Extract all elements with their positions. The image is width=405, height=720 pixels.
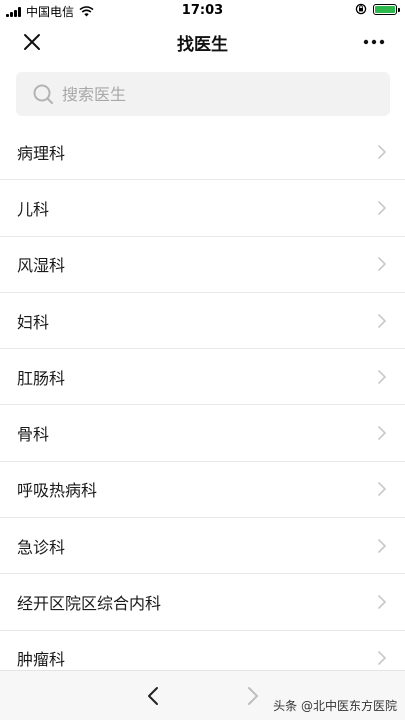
forward-arrow-icon[interactable] [243,685,263,707]
department-item[interactable]: 风湿科 [0,237,405,293]
department-item[interactable]: 急诊科 [0,518,405,575]
chevron-right-icon [378,538,386,553]
status-time: 17:03 [181,3,224,18]
department-item[interactable]: 肛肠科 [0,349,405,406]
chevron-right-icon [378,144,386,159]
orientation-lock-icon [355,3,367,15]
department-item[interactable]: 儿科 [0,180,405,237]
battery-icon [373,3,400,15]
department-item[interactable]: 经开区院区综合内科 [0,574,405,631]
status-bar: 中国电信 17:03 [0,0,405,22]
department-list: 病理科儿科风湿科妇科肛肠科骨科呼吸热病科急诊科经开区院区综合内科 肿瘤科 [0,124,405,687]
nav-bar: 找医生 [0,22,405,62]
department-item[interactable]: 病理科 [0,124,405,181]
department-label: 病理科 [17,143,66,163]
department-label: 呼吸热病科 [17,481,98,501]
page-title: 找医生 [177,35,228,55]
watermark-text: 头条 @北中医东方医院 [273,699,397,713]
department-label: 骨科 [17,425,50,445]
search-icon [33,84,53,104]
chevron-right-icon [378,426,386,440]
chevron-right-icon [378,595,386,609]
department-label: 肛肠科 [17,368,66,388]
close-icon[interactable] [20,30,44,54]
department-label: 风湿科 [17,256,66,276]
department-item[interactable]: 骨科 [0,405,405,462]
department-label: 急诊科 [17,537,66,557]
chevron-right-icon [378,482,386,497]
chevron-right-icon [378,257,386,272]
chevron-right-icon [378,651,386,666]
department-label: 妇科 [17,312,50,332]
department-label: 儿科 [17,199,50,219]
chevron-right-icon [378,370,386,384]
search-input[interactable] [62,84,362,104]
department-item[interactable]: 呼吸热病科 [0,462,405,519]
department-item[interactable]: 妇科 [0,293,405,350]
more-icon[interactable] [361,30,387,54]
status-right [355,3,400,15]
department-label: 肿瘤科 [17,650,66,670]
bottom-toolbar: 头条 @北中医东方医院 [0,670,405,720]
chevron-right-icon [378,313,386,328]
screen: 中国电信 17:03 找医生 搜索医生 病理科 儿科 风湿科 妇科 肛肠科 骨科… [0,0,405,720]
chevron-right-icon [378,201,386,215]
search-box[interactable] [16,72,390,116]
department-label: 经开区院区综合内科 [17,594,162,614]
back-arrow-icon[interactable] [143,685,163,707]
battery-fill [375,5,395,13]
